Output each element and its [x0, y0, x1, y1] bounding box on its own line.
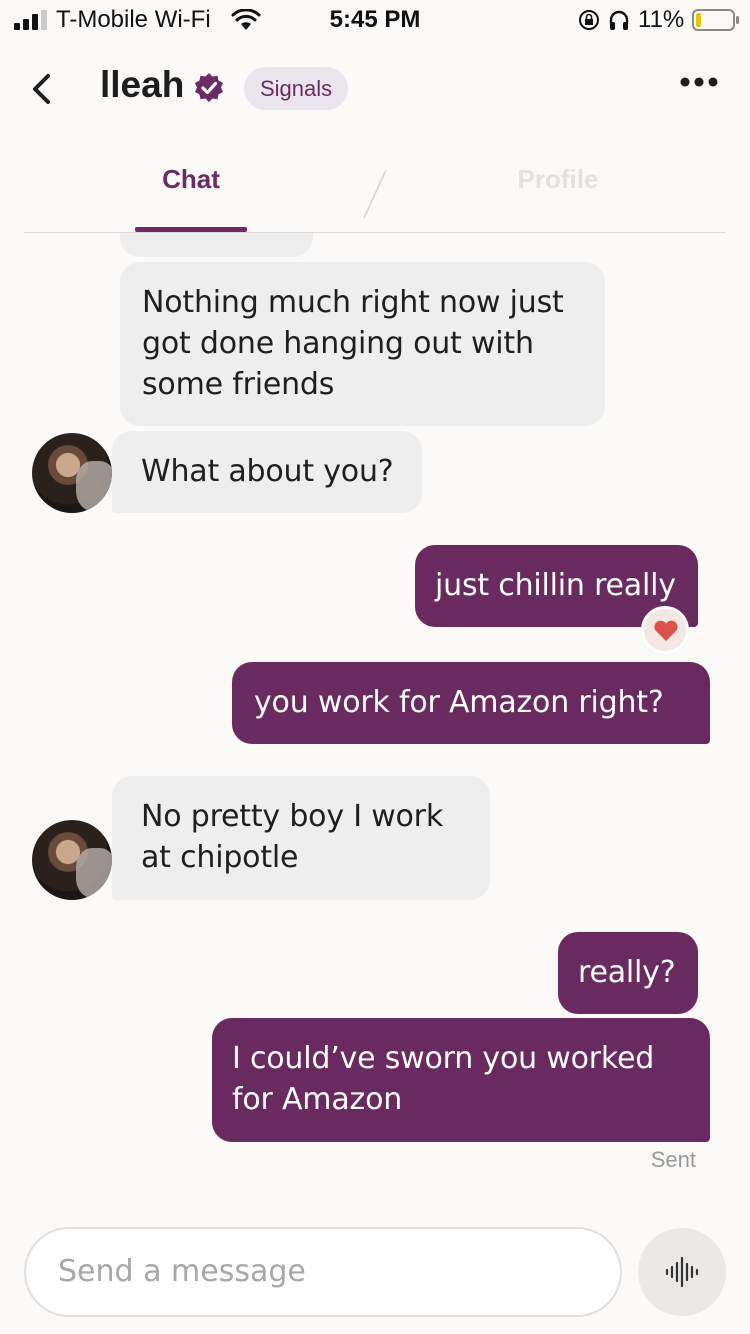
- message-bubble-outgoing: really?: [558, 932, 698, 1014]
- tab-profile[interactable]: Profile: [490, 164, 626, 195]
- match-name[interactable]: lleah: [100, 64, 184, 106]
- battery-icon: [692, 9, 739, 31]
- more-icon[interactable]: [678, 70, 720, 94]
- message-bubble-outgoing: you work for Amazon right?: [232, 662, 710, 744]
- message-bubble-incoming: Nothing much right now just got done han…: [120, 262, 605, 426]
- message-line: I could’ve sworn you worked: [232, 1041, 655, 1076]
- avatar[interactable]: [32, 820, 112, 900]
- message-text: just chillin really: [435, 568, 676, 603]
- heart-icon: [654, 620, 678, 641]
- message-list[interactable]: Nothing much right now just got done han…: [0, 233, 750, 1203]
- rotation-lock-icon: [579, 10, 599, 30]
- heart-reaction[interactable]: [641, 606, 689, 654]
- signals-button[interactable]: Signals: [244, 67, 349, 110]
- message-line: at chipotle: [141, 840, 299, 875]
- delivery-status: Sent: [650, 1147, 696, 1172]
- tab-divider: [363, 169, 387, 219]
- message-bubble-incoming: No pretty boy I work at chipotle: [112, 776, 490, 900]
- headphones-icon: [609, 10, 629, 30]
- message-line: got done hanging out with: [142, 326, 534, 361]
- message-line: Nothing much right now just: [142, 285, 564, 320]
- message-bubble-incoming: What about you?: [112, 431, 422, 513]
- message-text: you work for Amazon right?: [254, 685, 664, 720]
- battery-percent: 11%: [638, 6, 685, 33]
- message-input-placeholder: Send a message: [58, 1254, 306, 1289]
- message-text: What about you?: [141, 454, 394, 489]
- voice-wave-icon: [665, 1256, 699, 1288]
- message-bubble-outgoing: I could’ve sworn you worked for Amazon: [212, 1018, 710, 1142]
- status-bar: T-Mobile Wi-Fi 5:45 PM 11%: [0, 0, 750, 44]
- message-line: No pretty boy I work: [141, 799, 443, 834]
- message-line: some friends: [142, 367, 335, 402]
- tab-chat[interactable]: Chat: [134, 164, 248, 195]
- message-input[interactable]: Send a message: [24, 1227, 622, 1317]
- voice-message-button[interactable]: [638, 1228, 726, 1316]
- verified-badge-icon: [195, 73, 223, 102]
- message-bubble-incoming: [120, 233, 313, 257]
- message-line: for Amazon: [232, 1082, 403, 1117]
- message-text: really?: [578, 955, 676, 990]
- avatar[interactable]: [32, 433, 112, 513]
- back-button[interactable]: [26, 72, 58, 106]
